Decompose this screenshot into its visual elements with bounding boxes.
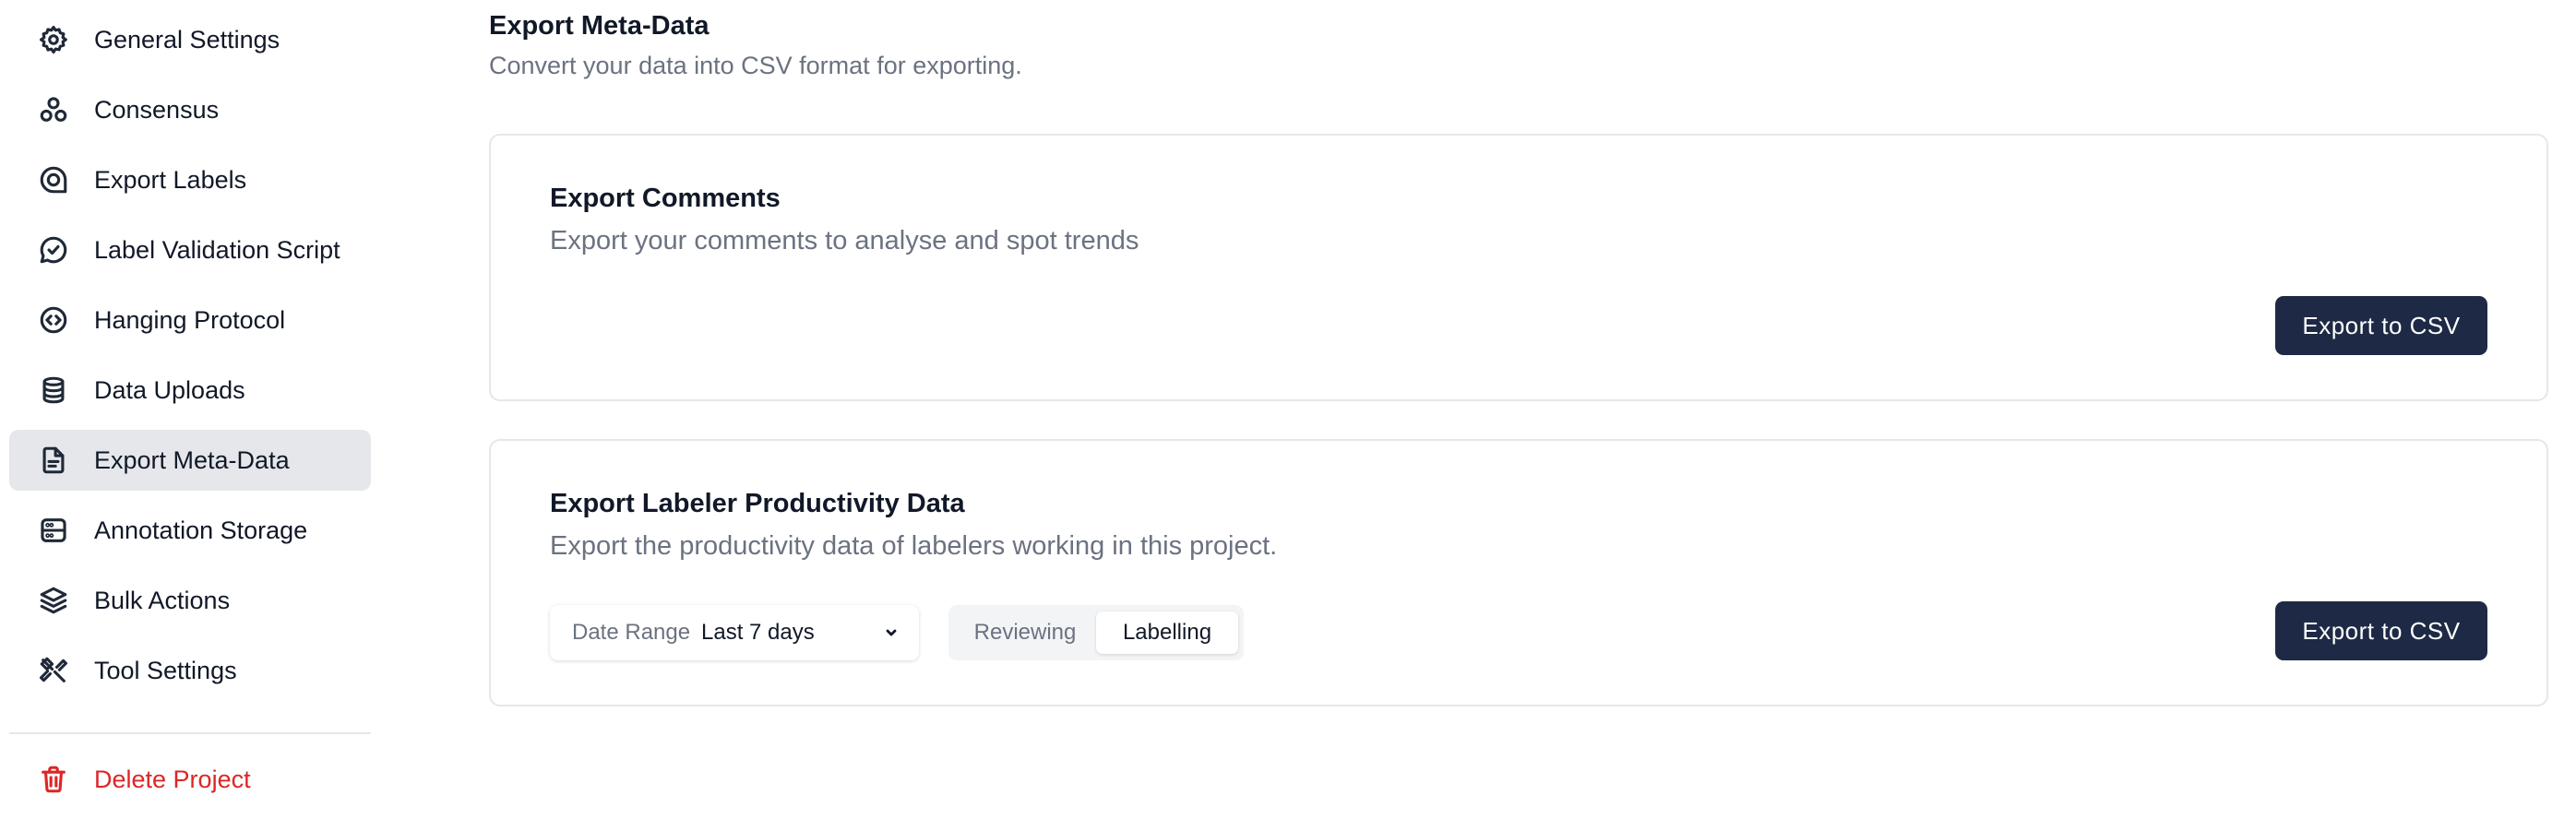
layers-icon xyxy=(37,584,70,617)
sidebar-item-general-settings[interactable]: General Settings xyxy=(9,9,371,70)
date-range-select[interactable]: Date Range Last 7 days xyxy=(550,605,919,660)
sidebar-item-label: Tool Settings xyxy=(94,656,237,684)
export-productivity-card: Export Labeler Productivity Data Export … xyxy=(489,439,2548,706)
sidebar-item-label: Label Validation Script xyxy=(94,235,340,264)
sidebar-item-data-uploads[interactable]: Data Uploads xyxy=(9,360,371,421)
database-icon xyxy=(37,374,70,407)
sidebar-item-consensus[interactable]: Consensus xyxy=(9,79,371,140)
file-icon xyxy=(37,444,70,477)
page-subtitle: Convert your data into CSV format for ex… xyxy=(489,52,1022,79)
date-range-label: Date Range xyxy=(572,620,691,645)
toggle-reviewing[interactable]: Reviewing xyxy=(956,611,1094,654)
export-comments-description: Export your comments to analyse and spot… xyxy=(550,226,1139,255)
mode-toggle: Reviewing Labelling xyxy=(948,605,1244,660)
date-range-value: Last 7 days xyxy=(701,620,815,645)
delete-project-button[interactable]: Delete Project xyxy=(9,749,371,810)
sidebar-item-label: General Settings xyxy=(94,25,280,53)
consensus-icon xyxy=(37,93,70,126)
sidebar-item-label-validation-script[interactable]: Label Validation Script xyxy=(9,220,371,280)
export-productivity-title: Export Labeler Productivity Data xyxy=(550,489,965,518)
export-comments-csv-button[interactable]: Export to CSV xyxy=(2275,296,2487,355)
sidebar-item-label: Export Labels xyxy=(94,165,247,194)
sidebar-item-annotation-storage[interactable]: Annotation Storage xyxy=(9,500,371,561)
toggle-labelling[interactable]: Labelling xyxy=(1096,611,1238,654)
sidebar-item-label: Export Meta-Data xyxy=(94,445,290,474)
sidebar-item-export-labels[interactable]: Export Labels xyxy=(9,149,371,210)
sidebar-item-export-meta-data[interactable]: Export Meta-Data xyxy=(9,430,371,491)
page-title: Export Meta-Data xyxy=(489,11,710,41)
sidebar-item-hanging-protocol[interactable]: Hanging Protocol xyxy=(9,290,371,350)
sidebar-item-bulk-actions[interactable]: Bulk Actions xyxy=(9,570,371,631)
sidebar-item-label: Hanging Protocol xyxy=(94,305,286,334)
sidebar-item-label: Data Uploads xyxy=(94,375,245,404)
tools-icon xyxy=(37,654,70,687)
trash-icon xyxy=(37,763,70,796)
export-labels-icon xyxy=(37,163,70,196)
sidebar-item-label: Annotation Storage xyxy=(94,516,308,544)
sidebar-item-label: Consensus xyxy=(94,95,220,124)
export-comments-title: Export Comments xyxy=(550,184,781,213)
sidebar-item-tool-settings[interactable]: Tool Settings xyxy=(9,640,371,701)
code-circle-icon xyxy=(37,303,70,337)
gear-icon xyxy=(37,23,70,56)
chat-check-icon xyxy=(37,233,70,267)
sidebar-divider xyxy=(9,732,371,734)
delete-project-label: Delete Project xyxy=(94,765,251,793)
sidebar: General Settings Consensus Export Labels… xyxy=(0,0,378,819)
server-icon xyxy=(37,514,70,547)
export-productivity-description: Export the productivity data of labelers… xyxy=(550,531,1278,561)
export-comments-card: Export Comments Export your comments to … xyxy=(489,134,2548,401)
export-productivity-csv-button[interactable]: Export to CSV xyxy=(2275,601,2487,660)
chevron-down-icon xyxy=(884,625,899,640)
sidebar-item-label: Bulk Actions xyxy=(94,586,231,614)
